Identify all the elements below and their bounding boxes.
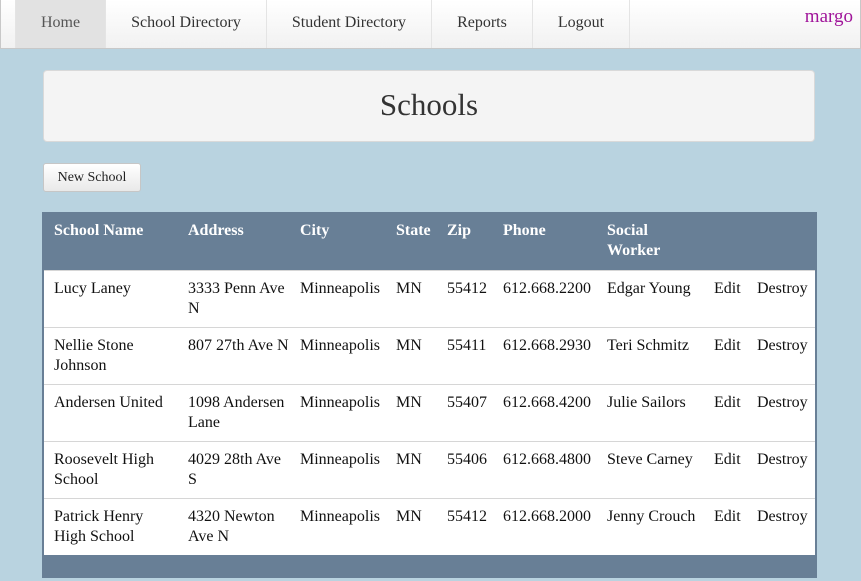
- cell-phone: 612.668.2200: [503, 279, 591, 297]
- cell-social-worker: Jenny Crouch: [607, 507, 696, 525]
- cell-social-worker: Edgar Young: [607, 279, 691, 297]
- nav-item-label: Reports: [457, 14, 507, 31]
- header-phone: Phone: [503, 222, 546, 239]
- table-row: Nellie Stone Johnson 807 27th Ave N Minn…: [44, 327, 815, 384]
- cell-zip: 55411: [447, 336, 487, 354]
- header-destroy: [747, 212, 815, 270]
- cell-state: MN: [396, 336, 422, 354]
- edit-link[interactable]: Edit: [704, 327, 747, 384]
- cell-city: Minneapolis: [300, 393, 380, 411]
- cell-social-worker: Julie Sailors: [607, 393, 686, 411]
- cell-zip: 55412: [447, 279, 487, 297]
- header-zip: Zip: [447, 222, 472, 239]
- page-title: Schools: [379, 87, 479, 122]
- header-state: State: [396, 222, 431, 239]
- edit-link[interactable]: Edit: [704, 498, 747, 555]
- header-address: Address: [188, 222, 244, 239]
- header-edit: [704, 212, 747, 270]
- cell-zip: 55407: [447, 393, 487, 411]
- cell-state: MN: [396, 450, 422, 468]
- table-row: Andersen United 1098 Andersen Lane Minne…: [44, 384, 815, 441]
- cell-address: 807 27th Ave N: [188, 336, 289, 354]
- top-navbar: Home School Directory Student Directory …: [0, 0, 861, 49]
- destroy-link[interactable]: Destroy: [747, 384, 815, 441]
- header-city: City: [300, 222, 330, 239]
- nav-item-label: Home: [41, 14, 81, 31]
- nav-item-reports[interactable]: Reports: [432, 0, 533, 48]
- brand-user-name: margo: [804, 6, 853, 27]
- cell-school-name: Nellie Stone Johnson: [54, 336, 134, 374]
- cell-phone: 612.668.4200: [503, 393, 591, 411]
- destroy-link[interactable]: Destroy: [747, 498, 815, 555]
- cell-address: 1098 Andersen Lane: [188, 393, 285, 431]
- destroy-link[interactable]: Destroy: [747, 270, 815, 327]
- cell-school-name: Lucy Laney: [54, 279, 131, 297]
- cell-school-name: Patrick Henry High School: [54, 507, 144, 545]
- table-row: Patrick Henry High School 4320 Newton Av…: [44, 498, 815, 555]
- schools-table-container: School Name Address City State Zip Phone…: [42, 212, 817, 578]
- table-row: Roosevelt High School 4029 28th Ave S Mi…: [44, 441, 815, 498]
- nav-item-home[interactable]: Home: [15, 0, 107, 48]
- cell-city: Minneapolis: [300, 450, 380, 468]
- page-header: Schools: [43, 70, 815, 142]
- cell-address: 4320 Newton Ave N: [188, 507, 275, 545]
- cell-address: 4029 28th Ave S: [188, 450, 282, 488]
- cell-city: Minneapolis: [300, 507, 380, 525]
- nav-item-student-directory[interactable]: Student Directory: [267, 0, 433, 48]
- schools-table: School Name Address City State Zip Phone…: [44, 212, 815, 555]
- cell-phone: 612.668.2930: [503, 336, 591, 354]
- new-school-button[interactable]: New School: [43, 163, 141, 192]
- table-row: Lucy Laney 3333 Penn Ave N Minneapolis M…: [44, 270, 815, 327]
- cell-city: Minneapolis: [300, 279, 380, 297]
- cell-city: Minneapolis: [300, 336, 380, 354]
- destroy-link[interactable]: Destroy: [747, 441, 815, 498]
- cell-state: MN: [396, 507, 422, 525]
- cell-state: MN: [396, 393, 422, 411]
- nav-item-label: Student Directory: [291, 14, 407, 31]
- nav-item-label: Logout: [557, 14, 605, 31]
- nav-item-label: School Directory: [131, 14, 241, 31]
- cell-social-worker: Steve Carney: [607, 450, 693, 468]
- header-social-worker: Social Worker: [607, 222, 661, 259]
- cell-phone: 612.668.4800: [503, 450, 591, 468]
- cell-zip: 55406: [447, 450, 487, 468]
- table-header: School Name Address City State Zip Phone…: [44, 212, 815, 270]
- header-row: School Name Address City State Zip Phone…: [44, 212, 815, 270]
- nav-item-logout[interactable]: Logout: [533, 0, 631, 48]
- cell-zip: 55412: [447, 507, 487, 525]
- cell-school-name: Andersen United: [54, 393, 163, 411]
- edit-link[interactable]: Edit: [704, 270, 747, 327]
- cell-phone: 612.668.2000: [503, 507, 591, 525]
- edit-link[interactable]: Edit: [704, 441, 747, 498]
- table-body: Lucy Laney 3333 Penn Ave N Minneapolis M…: [44, 270, 815, 555]
- cell-state: MN: [396, 279, 422, 297]
- edit-link[interactable]: Edit: [704, 384, 747, 441]
- header-school-name: School Name: [54, 222, 144, 239]
- cell-social-worker: Teri Schmitz: [607, 336, 689, 354]
- cell-school-name: Roosevelt High School: [54, 450, 154, 488]
- nav-item-school-directory[interactable]: School Directory: [106, 0, 267, 48]
- cell-address: 3333 Penn Ave N: [188, 279, 285, 317]
- nav-menu: Home School Directory Student Directory …: [15, 0, 631, 48]
- destroy-link[interactable]: Destroy: [747, 327, 815, 384]
